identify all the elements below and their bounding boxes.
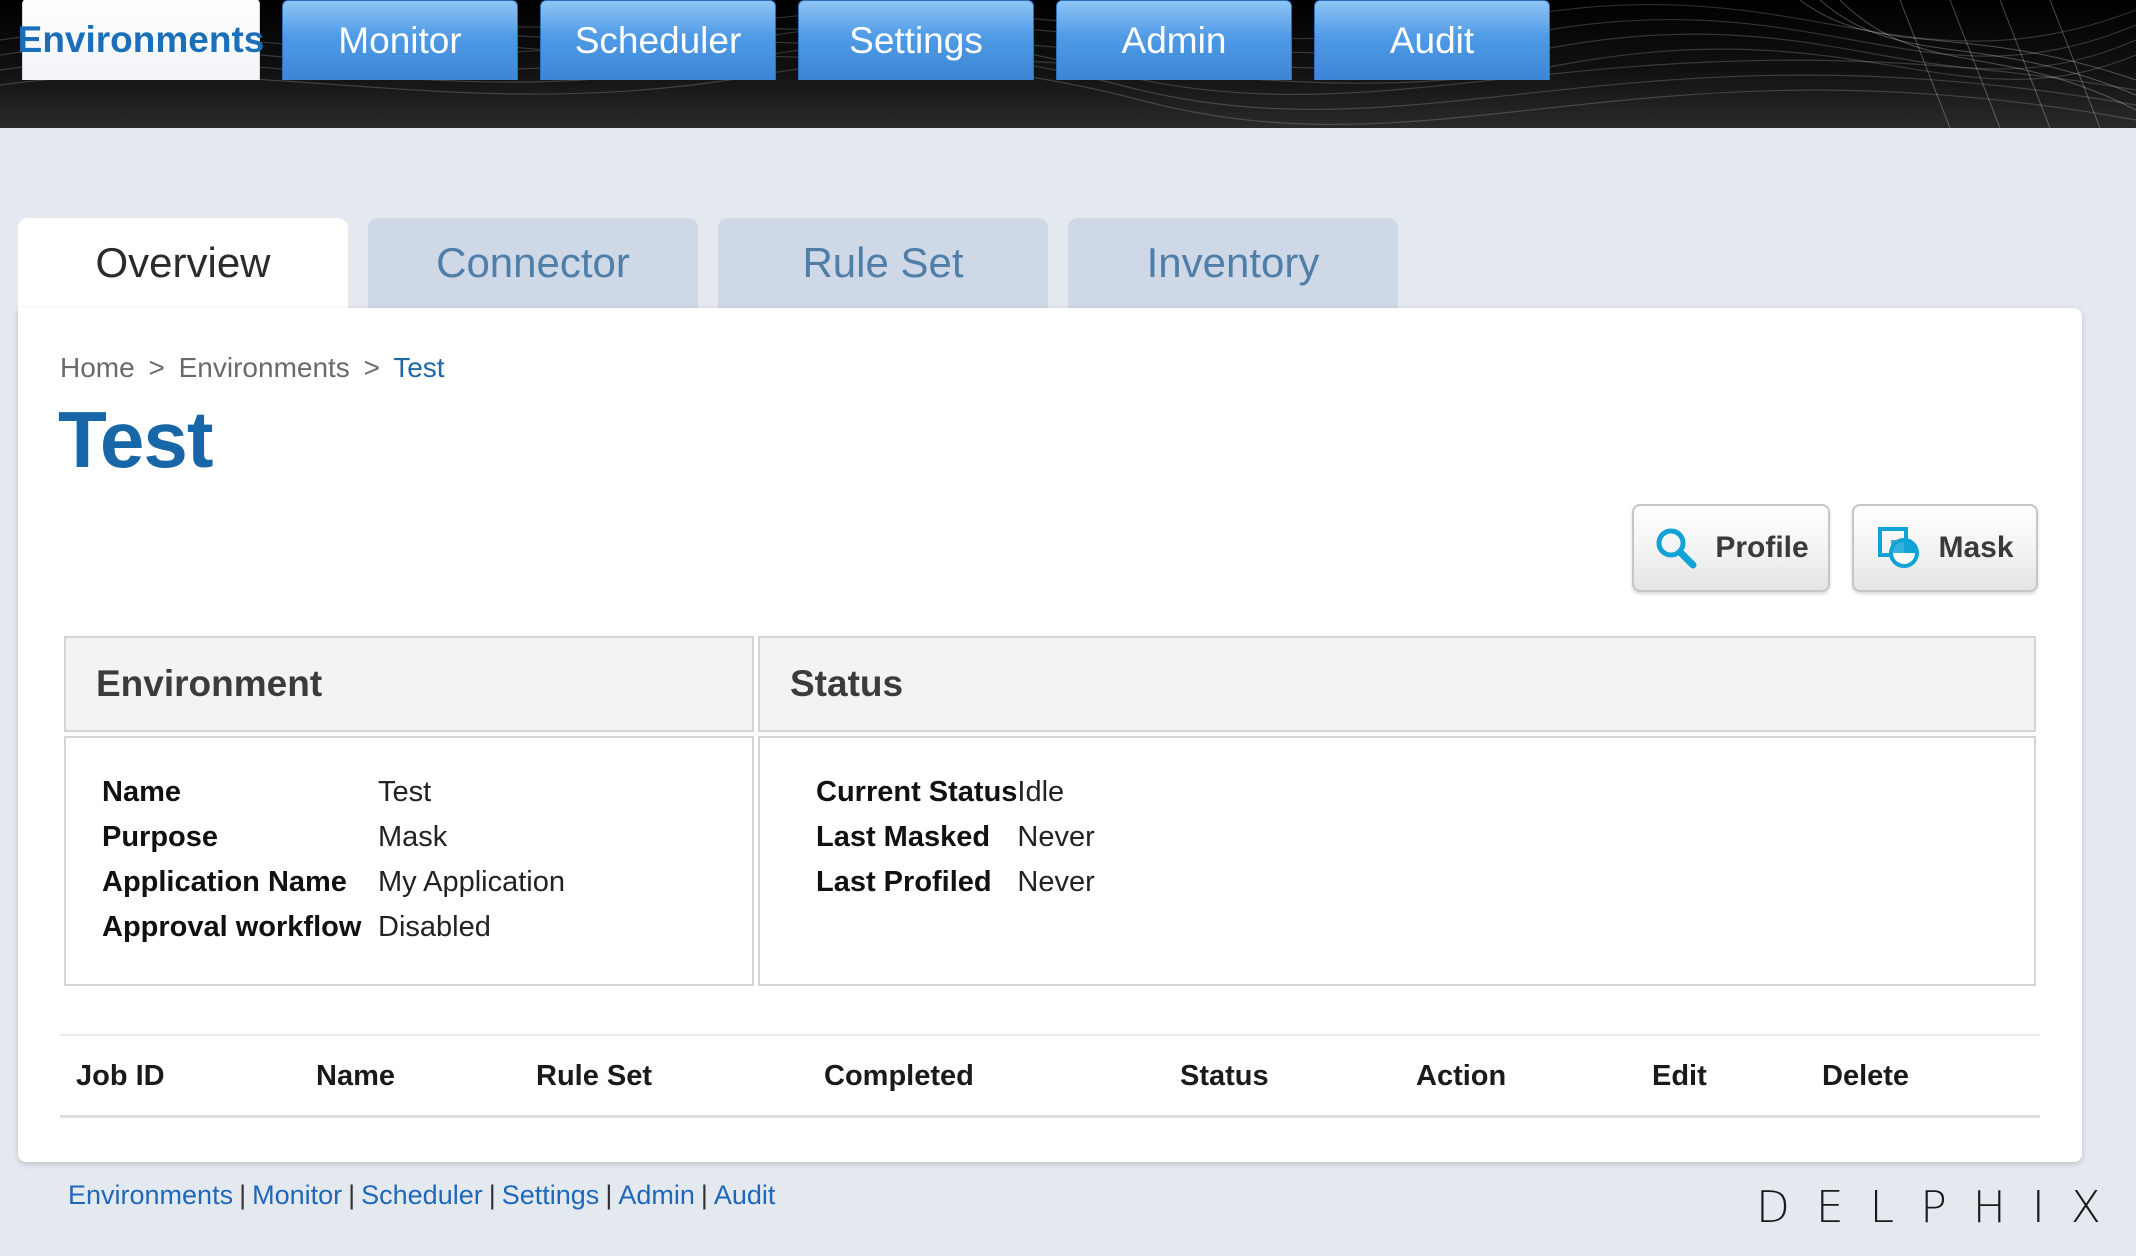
delphix-logo: DELPHIX [1756, 1182, 2127, 1233]
status-value: Idle [1017, 776, 1065, 808]
breadcrumb-home[interactable]: Home [60, 352, 135, 383]
status-key: Last Masked [816, 821, 991, 853]
detail-value: Mask [378, 821, 448, 853]
environment-card-title: Environment [96, 663, 323, 704]
page-title: Test [58, 395, 214, 484]
status-card-body: Current Status Idle Last Masked Never La… [758, 736, 2036, 986]
environment-card-body: Name Test Purpose Mask Application Name … [64, 736, 754, 986]
status-card-header: Status [758, 636, 2036, 732]
footer-separator: | [488, 1180, 496, 1210]
breadcrumb-separator: > [363, 352, 380, 383]
footer-separator: | [605, 1180, 613, 1210]
column-header-name[interactable]: Name [316, 1036, 395, 1116]
breadcrumb-separator: > [148, 352, 165, 383]
detail-value: Disabled [378, 911, 491, 943]
footer-link-scheduler[interactable]: Scheduler [361, 1180, 483, 1210]
status-key: Last Profiled [816, 866, 992, 898]
mask-icon [1876, 525, 1922, 571]
environment-row-application-name: Application Name My Application [102, 860, 565, 905]
footer-separator: | [348, 1180, 356, 1210]
search-icon [1653, 525, 1699, 571]
status-row-last-profiled: Last Profiled Never [816, 860, 1095, 905]
profile-button[interactable]: Profile [1632, 504, 1830, 592]
breadcrumb-current[interactable]: Test [393, 352, 444, 383]
detail-value: Test [378, 776, 432, 808]
profile-button-label: Profile [1715, 531, 1809, 564]
environment-card-header: Environment [64, 636, 754, 732]
main-panel: Home > Environments > Test Test Profile … [18, 308, 2082, 1162]
mask-button[interactable]: Mask [1852, 504, 2038, 592]
top-tab-monitor[interactable]: Monitor [282, 0, 518, 80]
jobs-table-header: Job ID Name Rule Set Completed Status Ac… [60, 1034, 2040, 1118]
detail-key: Application Name [102, 866, 347, 898]
breadcrumb-environments[interactable]: Environments [179, 352, 350, 383]
column-header-job-id[interactable]: Job ID [76, 1036, 165, 1116]
footer-link-audit[interactable]: Audit [714, 1180, 776, 1210]
top-tab-settings[interactable]: Settings [798, 0, 1034, 80]
tab-inventory[interactable]: Inventory [1068, 218, 1398, 308]
footer-link-environments[interactable]: Environments [68, 1180, 233, 1210]
environment-details-table: Name Test Purpose Mask Application Name … [102, 770, 565, 950]
status-row-last-masked: Last Masked Never [816, 815, 1095, 860]
environment-row-approval-workflow: Approval workflow Disabled [102, 905, 565, 950]
footer-link-settings[interactable]: Settings [502, 1180, 600, 1210]
status-key: Current Status [816, 776, 1018, 808]
tab-overview[interactable]: Overview [18, 218, 348, 308]
environment-row-purpose: Purpose Mask [102, 815, 565, 860]
column-header-edit[interactable]: Edit [1652, 1036, 1707, 1116]
detail-key: Name [102, 776, 181, 808]
status-value: Never [1017, 866, 1095, 898]
column-header-action[interactable]: Action [1416, 1036, 1506, 1116]
top-tab-admin[interactable]: Admin [1056, 0, 1292, 80]
footer-separator: | [700, 1180, 708, 1210]
status-card-title: Status [790, 663, 904, 704]
top-tab-audit[interactable]: Audit [1314, 0, 1550, 80]
top-tab-environments[interactable]: Environments [18, 0, 264, 80]
column-header-status[interactable]: Status [1180, 1036, 1269, 1116]
footer-nav: Environments | Monitor | Scheduler | Settings |… [68, 1180, 775, 1211]
tab-connector[interactable]: Connector [368, 218, 698, 308]
status-details-table: Current Status Idle Last Masked Never La… [816, 770, 1095, 905]
footer-link-admin[interactable]: Admin [618, 1180, 695, 1210]
top-banner: Environments Monitor Scheduler Settings … [0, 0, 2136, 128]
status-row-current-status: Current Status Idle [816, 770, 1095, 815]
detail-value: My Application [378, 866, 565, 898]
top-tab-scheduler[interactable]: Scheduler [540, 0, 776, 80]
detail-key: Approval workflow [102, 911, 362, 943]
mask-button-label: Mask [1938, 531, 2014, 564]
column-header-delete[interactable]: Delete [1822, 1036, 1909, 1116]
column-header-completed[interactable]: Completed [824, 1036, 974, 1116]
status-value: Never [1017, 821, 1095, 853]
environment-row-name: Name Test [102, 770, 565, 815]
detail-key: Purpose [102, 821, 219, 853]
tab-rule-set[interactable]: Rule Set [718, 218, 1048, 308]
footer-separator: | [239, 1180, 247, 1210]
footer-link-monitor[interactable]: Monitor [252, 1180, 342, 1210]
breadcrumb: Home > Environments > Test [60, 352, 445, 384]
column-header-rule-set[interactable]: Rule Set [536, 1036, 652, 1116]
